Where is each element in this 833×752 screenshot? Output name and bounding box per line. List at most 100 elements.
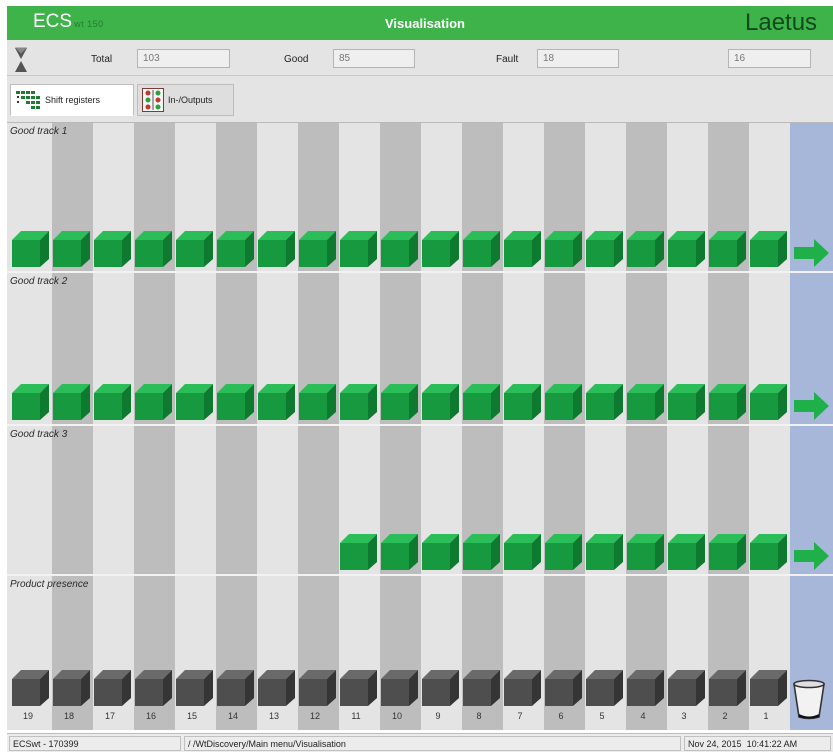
window-title: Visualisation — [385, 16, 465, 31]
status-datetime: Nov 24, 2015 10:41:22 AM — [684, 736, 831, 751]
product-box-presence — [504, 670, 541, 706]
product-box-good — [176, 231, 213, 267]
product-box-good — [750, 384, 787, 420]
product-box-presence — [668, 670, 705, 706]
position-number: 18 — [63, 711, 74, 721]
position-number: 4 — [640, 711, 646, 721]
product-box-good — [463, 534, 500, 570]
product-box-good — [627, 231, 664, 267]
position-number: 17 — [104, 711, 115, 721]
exit-arrow-icon — [794, 542, 829, 570]
product-box-presence — [258, 670, 295, 706]
position-number: 8 — [476, 711, 482, 721]
product-box-good — [53, 384, 90, 420]
product-box-presence — [176, 670, 213, 706]
lane-stripe — [93, 123, 134, 730]
lane-stripe — [257, 123, 298, 730]
product-box-good — [668, 384, 705, 420]
product-box-good — [53, 231, 90, 267]
product-box-good — [12, 231, 49, 267]
lane-stripe — [749, 123, 790, 730]
product-box-good — [422, 534, 459, 570]
product-box-good — [627, 384, 664, 420]
product-box-good — [709, 384, 746, 420]
total-label: Total — [91, 54, 113, 65]
tab-bar: Shift registers In-/Outputs — [7, 76, 833, 123]
fault-label: Fault — [496, 54, 519, 65]
lane-stripe — [626, 123, 667, 730]
lane-stripe — [7, 123, 52, 730]
product-box-good — [545, 231, 582, 267]
position-number: 7 — [517, 711, 523, 721]
good-label: Good — [284, 54, 309, 65]
product-box-good — [586, 384, 623, 420]
status-device: ECSwt - 170399 — [9, 736, 181, 751]
tab-shift-registers[interactable]: Shift registers — [10, 84, 134, 116]
product-box-good — [258, 231, 295, 267]
tab-in-outputs[interactable]: In-/Outputs — [137, 84, 234, 116]
app-subtitle: wt 150 — [74, 19, 104, 29]
tab-in-outputs-label: In-/Outputs — [168, 95, 213, 105]
product-box-presence — [53, 670, 90, 706]
product-box-good — [135, 384, 172, 420]
product-box-presence — [422, 670, 459, 706]
lane-stripe — [421, 123, 462, 730]
product-box-good — [668, 231, 705, 267]
position-number: 15 — [186, 711, 197, 721]
product-box-good — [750, 534, 787, 570]
lane-stripe — [175, 123, 216, 730]
lane-stripe — [298, 123, 339, 730]
product-box-good — [463, 231, 500, 267]
visualisation-panel: Good track 1 Good track 2 Good track 3 P… — [7, 123, 833, 730]
product-box-good — [381, 534, 418, 570]
hourglass-icon[interactable] — [14, 47, 28, 73]
exit-arrow-icon — [794, 392, 829, 420]
product-box-good — [627, 534, 664, 570]
product-box-good — [586, 231, 623, 267]
extra-counter-field: 16 — [728, 49, 811, 68]
product-box-good — [135, 231, 172, 267]
product-box-good — [94, 231, 131, 267]
fault-field: 18 — [537, 49, 619, 68]
status-path: / /WtDiscovery/Main menu/Visualisation — [184, 736, 681, 751]
status-date: Nov 24, 2015 — [688, 739, 742, 749]
shift-registers-icon — [16, 91, 40, 109]
product-box-presence — [12, 670, 49, 706]
product-box-good — [12, 384, 49, 420]
position-number: 1 — [763, 711, 769, 721]
product-box-presence — [381, 670, 418, 706]
total-field: 103 — [137, 49, 230, 68]
position-number: 3 — [681, 711, 687, 721]
product-box-presence — [135, 670, 172, 706]
product-box-good — [340, 231, 377, 267]
product-box-good — [422, 231, 459, 267]
tab-shift-registers-label: Shift registers — [45, 95, 101, 105]
track-divider — [7, 271, 833, 273]
product-box-good — [176, 384, 213, 420]
track-divider — [7, 574, 833, 576]
position-number: 11 — [351, 711, 361, 721]
brand-logo: Laetus — [745, 9, 818, 36]
product-box-good — [299, 384, 336, 420]
lane-stripe — [544, 123, 585, 730]
lane-stripe — [708, 123, 749, 730]
product-box-good — [217, 384, 254, 420]
position-number: 13 — [268, 711, 279, 721]
lane-stripe — [585, 123, 626, 730]
position-number: 12 — [309, 711, 320, 721]
product-box-good — [545, 384, 582, 420]
track-label-good-3: Good track 3 — [10, 429, 68, 440]
lane-stripe — [667, 123, 708, 730]
title-bar: ECS wt 150 Visualisation Laetus — [7, 6, 833, 40]
exit-arrow-icon — [794, 239, 829, 267]
lane-stripe — [134, 123, 175, 730]
product-box-presence — [545, 670, 582, 706]
product-box-good — [217, 231, 254, 267]
product-box-good — [340, 384, 377, 420]
product-box-presence — [586, 670, 623, 706]
lane-stripe — [380, 123, 421, 730]
trash-bin-icon — [793, 679, 825, 720]
product-box-good — [422, 384, 459, 420]
product-box-good — [709, 534, 746, 570]
product-box-good — [504, 534, 541, 570]
